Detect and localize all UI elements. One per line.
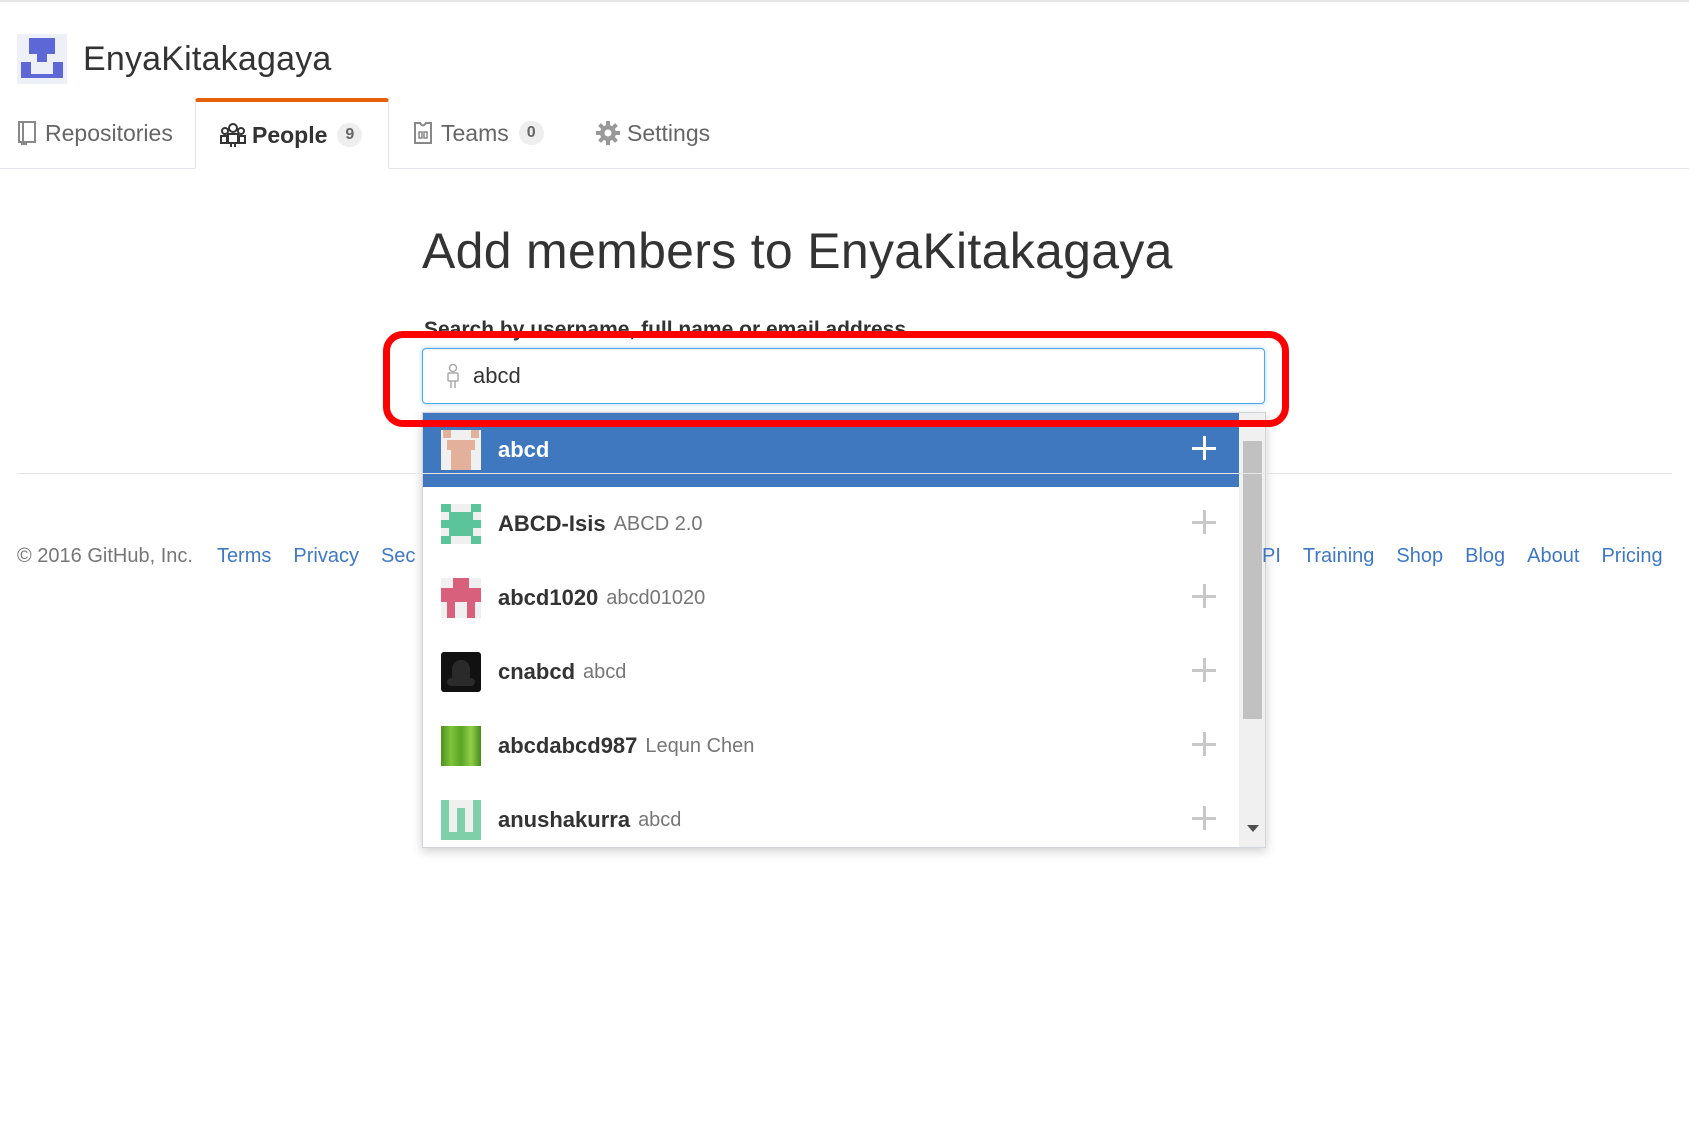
add-icon[interactable]	[1191, 435, 1217, 461]
member-search-box[interactable]	[422, 348, 1265, 404]
gear-icon	[596, 121, 620, 145]
footer-link-terms[interactable]: Terms	[217, 545, 271, 568]
suggestion-fullname: Lequn Chen	[645, 734, 755, 757]
add-icon[interactable]	[1191, 657, 1217, 683]
tab-label: Repositories	[45, 119, 173, 146]
suggestion-login: abcd	[498, 437, 550, 462]
footer-link-privacy[interactable]: Privacy	[293, 545, 359, 568]
suggestion-item[interactable]: abcd1020 abcd01020	[423, 561, 1239, 635]
footer-link-blog[interactable]: Blog	[1465, 545, 1505, 568]
footer-link-pricing[interactable]: Pricing	[1601, 545, 1662, 568]
search-label: Search by username, full name or email a…	[424, 318, 907, 341]
suggestion-item[interactable]: anushakurra abcd	[423, 783, 1239, 847]
footer-right: PI Training Shop Blog About Pricing	[1262, 545, 1663, 568]
page-title: Add members to EnyaKitakagaya	[422, 223, 1173, 279]
add-icon[interactable]	[1191, 731, 1217, 757]
tab-settings[interactable]: Settings	[595, 98, 710, 168]
person-icon	[447, 363, 459, 388]
footer-left: © 2016 GitHub, Inc. Terms Privacy Sec	[17, 545, 415, 568]
footer-copyright: © 2016 GitHub, Inc.	[17, 545, 193, 567]
jersey-icon	[414, 122, 432, 144]
user-avatar	[441, 504, 481, 544]
org-avatar[interactable]	[17, 34, 67, 84]
add-icon[interactable]	[1191, 805, 1217, 831]
footer-link-security[interactable]: Sec	[381, 545, 415, 568]
suggestion-login: abcdabcd987	[498, 733, 638, 758]
footer-link-training[interactable]: Training	[1303, 545, 1375, 568]
suggestion-login: abcd1020	[498, 585, 599, 610]
add-icon[interactable]	[1191, 509, 1217, 535]
suggestion-login: cnabcd	[498, 659, 576, 684]
footer-link-about[interactable]: About	[1527, 545, 1579, 568]
user-avatar	[441, 652, 481, 692]
suggestion-login: ABCD-Isis	[498, 511, 606, 536]
add-icon[interactable]	[1191, 583, 1217, 609]
suggestion-fullname: abcd	[638, 808, 682, 831]
suggestion-login: anushakurra	[498, 807, 631, 832]
suggestion-fullname: abcd01020	[606, 586, 706, 609]
org-header: EnyaKitakagaya	[17, 32, 332, 86]
repo-icon	[18, 121, 36, 145]
user-avatar	[441, 800, 481, 840]
tab-repositories[interactable]: Repositories	[17, 98, 173, 168]
member-search-input[interactable]	[471, 362, 1235, 390]
top-border	[0, 0, 1689, 2]
suggestion-item[interactable]: abcdabcd987 Lequn Chen	[423, 709, 1239, 783]
tab-people[interactable]: People 9	[195, 98, 390, 169]
org-name[interactable]: EnyaKitakagaya	[83, 40, 332, 79]
org-tabs: Repositories People 9 Teams 0 Settings	[0, 98, 1689, 169]
teams-count-badge: 0	[518, 121, 544, 145]
suggestion-item[interactable]: abcd	[423, 413, 1239, 487]
scroll-down-arrow-icon[interactable]	[1247, 825, 1259, 832]
suggestion-dropdown: abcd ABCD-Isis ABCD 2.0 abcd1020 abcd010…	[422, 412, 1266, 848]
suggestion-fullname: ABCD 2.0	[613, 512, 703, 535]
tab-teams[interactable]: Teams 0	[411, 98, 544, 168]
user-avatar	[441, 430, 481, 470]
suggestion-item[interactable]: ABCD-Isis ABCD 2.0	[423, 487, 1239, 561]
footer-link-api[interactable]: PI	[1262, 545, 1281, 568]
suggestion-item[interactable]: cnabcd abcd	[423, 635, 1239, 709]
people-count-badge: 9	[337, 123, 363, 147]
dropdown-scrollbar[interactable]	[1239, 413, 1265, 847]
suggestion-fullname: abcd	[583, 660, 627, 683]
tab-label: Teams	[441, 119, 509, 146]
tab-label: Settings	[627, 119, 711, 146]
user-avatar	[441, 726, 481, 766]
footer-divider	[17, 473, 1672, 474]
footer-link-shop[interactable]: Shop	[1396, 545, 1443, 568]
scrollbar-thumb[interactable]	[1243, 441, 1262, 719]
user-avatar	[441, 578, 481, 618]
tab-label: People	[252, 121, 328, 148]
organization-icon	[220, 123, 246, 147]
